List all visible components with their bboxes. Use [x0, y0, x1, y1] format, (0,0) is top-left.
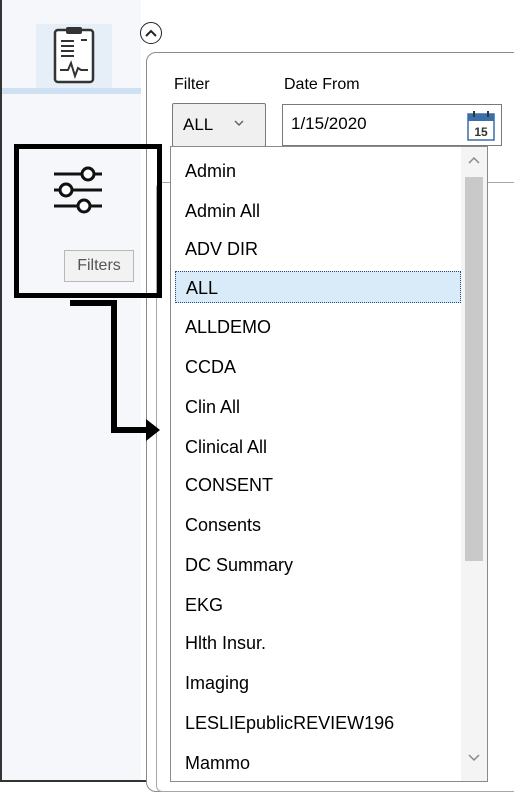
option-admin[interactable]: Admin	[175, 155, 461, 187]
option-admin-all[interactable]: Admin All	[175, 195, 461, 227]
option-ccda[interactable]: CCDA	[175, 351, 461, 383]
scroll-down-icon[interactable]	[467, 753, 481, 763]
option-lesliepublicreview196[interactable]: LESLIEpublicREVIEW196	[175, 707, 461, 739]
dropdown-scrollbar[interactable]	[461, 147, 487, 781]
option-clinical-all[interactable]: Clinical All	[175, 431, 461, 463]
option-consent[interactable]: CONSENT	[175, 469, 461, 501]
option-adv-dir[interactable]: ADV DIR	[175, 233, 461, 265]
option-consents[interactable]: Consents	[175, 509, 461, 541]
scroll-thumb[interactable]	[465, 177, 483, 561]
filter-options-list[interactable]: Admin Admin All ADV DIR ALL ALLDEMO CCDA…	[170, 146, 488, 782]
option-clin-all[interactable]: Clin All	[175, 391, 461, 423]
option-mammo[interactable]: Mammo	[175, 747, 461, 779]
option-ekg[interactable]: EKG	[175, 589, 461, 621]
option-all[interactable]: ALL	[175, 271, 461, 303]
option-imaging[interactable]: Imaging	[175, 667, 461, 699]
option-alldemo[interactable]: ALLDEMO	[175, 311, 461, 343]
option-dc-summary[interactable]: DC Summary	[175, 549, 461, 581]
option-hlth-insur[interactable]: Hlth Insur.	[175, 627, 461, 659]
scroll-up-icon[interactable]	[467, 155, 481, 165]
